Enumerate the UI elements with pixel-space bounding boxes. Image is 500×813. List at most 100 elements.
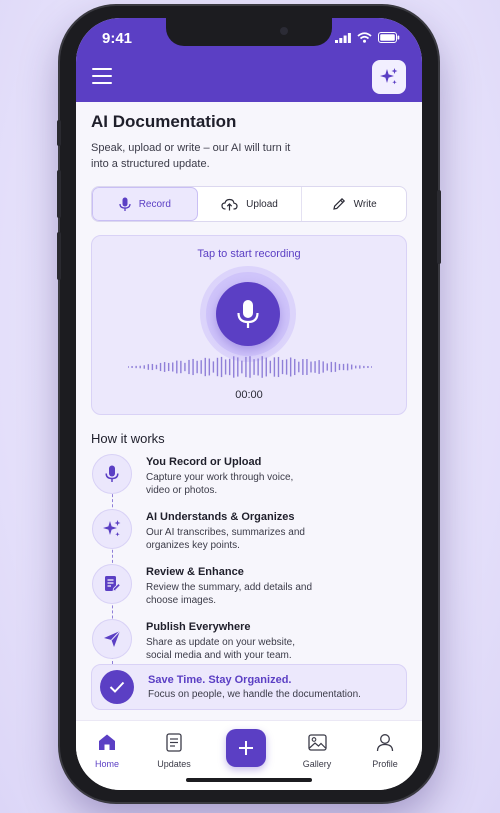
waveform-bar xyxy=(363,365,365,369)
sparkle-icon xyxy=(380,68,398,85)
document-edit-icon xyxy=(105,576,121,592)
plus-icon xyxy=(239,741,253,755)
gallery-icon xyxy=(307,733,327,751)
step-title: Publish Everywhere xyxy=(146,621,251,633)
input-mode-tabs: Record Upload Write xyxy=(91,186,407,222)
waveform-bar xyxy=(184,362,186,372)
tab-record[interactable]: Record xyxy=(92,187,198,221)
volume-up-button xyxy=(57,170,61,218)
hamburger-line xyxy=(92,82,112,84)
record-button[interactable] xyxy=(216,282,280,346)
waveform-bar xyxy=(208,358,211,376)
waveform-bar xyxy=(192,358,194,376)
step-icon-wrap xyxy=(92,454,132,494)
tab-write[interactable]: Write xyxy=(302,187,406,221)
steps-list: You Record or Upload Capture your work t… xyxy=(91,454,407,674)
profile-icon xyxy=(376,733,394,751)
waveform-bar xyxy=(245,356,247,378)
add-button[interactable] xyxy=(226,729,266,767)
waveform-bar xyxy=(233,356,235,378)
recorder-card: Tap to start recording 00:00 xyxy=(91,235,407,415)
waveform-bar xyxy=(172,362,174,372)
waveform-bar xyxy=(249,356,251,378)
waveform-bar xyxy=(204,357,206,377)
waveform-bar xyxy=(294,358,296,376)
waveform-bar xyxy=(163,362,166,372)
waveform-bar xyxy=(159,362,162,372)
nav-updates-label: Updates xyxy=(157,759,191,769)
waveform-bar xyxy=(143,365,145,369)
waveform-bar xyxy=(131,366,133,368)
app-screen: 9:41 AI Documentation Speak, upload or w… xyxy=(76,18,422,790)
waveform-bar xyxy=(135,365,137,369)
mic-icon xyxy=(237,300,259,328)
how-it-works-title: How it works xyxy=(91,431,165,446)
waveform-bar xyxy=(338,363,341,371)
waveform-bar xyxy=(289,357,292,377)
page-subtitle: Speak, upload or write – our AI will tur… xyxy=(91,142,291,170)
waveform-bar xyxy=(180,360,182,374)
waveform-bar xyxy=(261,356,263,378)
waveform-bar xyxy=(281,359,284,375)
waveform-bar xyxy=(212,361,215,373)
waveform-bar xyxy=(285,359,288,375)
wifi-icon xyxy=(357,32,372,43)
sparkle-icon xyxy=(103,520,121,537)
step-item: AI Understands & Organizes Our AI transc… xyxy=(91,509,407,564)
signal-icon xyxy=(335,32,351,43)
step-text: You Record or Upload Capture your work t… xyxy=(146,454,316,509)
waveform-bar xyxy=(167,362,170,372)
ai-magic-button[interactable] xyxy=(372,60,406,94)
waveform-bar xyxy=(334,362,337,372)
waveform-bar xyxy=(355,365,357,369)
battery-icon xyxy=(378,32,400,43)
mic-icon xyxy=(105,465,119,482)
hamburger-icon xyxy=(92,68,112,70)
waveform-bar xyxy=(139,365,141,369)
waveform-bar xyxy=(220,356,223,378)
step-desc: Review the summary, add details and choo… xyxy=(146,582,313,606)
step-desc: Capture your work through voice, video o… xyxy=(146,472,294,496)
main-content: AI Documentation Speak, upload or write … xyxy=(91,112,407,674)
waveform-bar xyxy=(237,357,239,377)
waveform-bar xyxy=(224,359,227,375)
step-text: AI Understands & Organizes Our AI transc… xyxy=(146,509,316,564)
waveform-bar xyxy=(359,365,361,369)
nav-home-label: Home xyxy=(94,759,119,769)
save-time-banner: Save Time. Stay Organized. Focus on peop… xyxy=(91,664,407,710)
power-button xyxy=(437,190,441,264)
tab-upload[interactable]: Upload xyxy=(198,187,303,221)
waveform-bar xyxy=(371,366,372,368)
waveform-bar xyxy=(147,364,150,370)
nav-gallery[interactable]: Gallery xyxy=(289,731,345,769)
step-desc: Our AI transcribes, summarizes and organ… xyxy=(146,527,305,551)
nav-profile[interactable]: Profile xyxy=(357,731,413,769)
banner-subtitle: Focus on people, we handle the documenta… xyxy=(148,689,361,700)
waveform-bar xyxy=(310,361,312,373)
menu-button[interactable] xyxy=(92,68,112,84)
step-title: Review & Enhance xyxy=(146,566,244,578)
send-icon xyxy=(104,630,121,647)
pencil-icon xyxy=(332,197,345,210)
waveform-bar xyxy=(350,364,353,370)
banner-title: Save Time. Stay Organized. xyxy=(148,674,292,686)
nav-profile-label: Profile xyxy=(372,759,398,769)
waveform-bar xyxy=(367,366,369,368)
nav-updates[interactable]: Updates xyxy=(146,731,202,769)
waveform-bar xyxy=(196,360,198,374)
waveform-bar xyxy=(306,359,308,375)
hamburger-line xyxy=(92,75,112,77)
waveform-bar xyxy=(314,361,316,373)
waveform-bar xyxy=(302,359,304,375)
page-title: AI Documentation xyxy=(91,112,237,131)
nav-home[interactable]: Home xyxy=(79,731,135,769)
app-header: 9:41 xyxy=(76,18,422,102)
check-icon xyxy=(109,681,125,693)
waveform-bar xyxy=(176,360,178,374)
tab-upload-label: Upload xyxy=(246,198,278,210)
mic-icon xyxy=(119,197,131,211)
step-title: You Record or Upload xyxy=(146,456,262,468)
waveform-bar xyxy=(318,360,320,374)
step-text: Review & Enhance Review the summary, add… xyxy=(146,564,316,619)
silent-switch xyxy=(57,120,61,146)
